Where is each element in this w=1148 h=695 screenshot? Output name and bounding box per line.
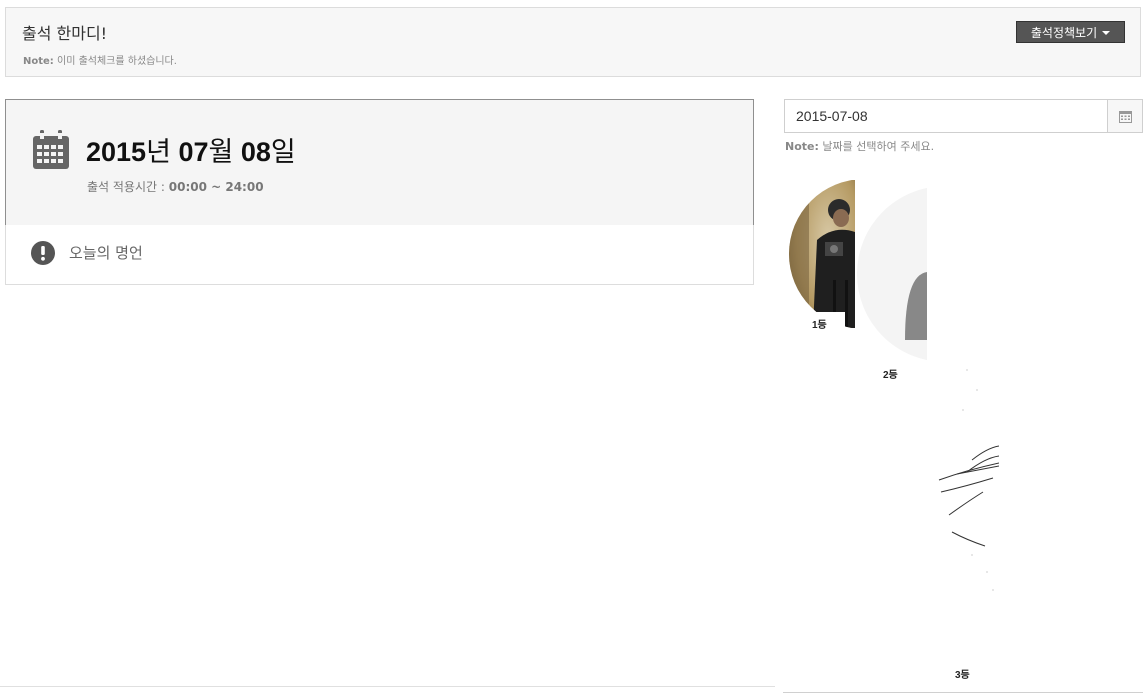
date-day-unit: 일 (270, 137, 296, 167)
page-title: 출석 한마디! (22, 24, 108, 43)
rank-2-avatar (855, 180, 927, 368)
rank-3-label: 3등 (955, 670, 970, 681)
attendance-policy-button[interactable]: 출석정책보기 (1016, 21, 1125, 43)
date-year-unit: 년 (146, 137, 171, 167)
exclamation-icon (31, 241, 55, 265)
quote-panel: 오늘의 명언 (5, 225, 754, 285)
note-label: Note: (23, 56, 54, 67)
note-text: 이미 출석체크를 하셨습니다. (57, 56, 177, 67)
divider (783, 692, 1143, 693)
caret-down-icon (1102, 30, 1111, 35)
quote-title: 오늘의 명언 (69, 244, 143, 262)
date-month-unit: 월 (208, 137, 234, 167)
date-note-text: 날짜를 선택하여 주세요. (822, 140, 935, 153)
date-picker-button[interactable] (1107, 100, 1142, 132)
attendance-time-label: 출석 적용시간 : (87, 180, 165, 194)
rank-2-photo (857, 186, 927, 362)
attendance-time-info: 출석 적용시간 : 00:00 ~ 24:00 (87, 178, 264, 195)
date-year: 2015 (86, 137, 147, 167)
rank-1-photo (789, 180, 855, 328)
attendance-header-panel: 출석 한마디! Note: 이미 출석체크를 하셨습니다. 출석정책보기 (5, 7, 1141, 77)
header-note: Note: 이미 출석체크를 하셨습니다. (23, 52, 177, 67)
date-note-label: Note: (785, 140, 819, 153)
calendar-small-icon (1118, 110, 1132, 123)
rank-3-photo (927, 180, 999, 660)
date-input[interactable] (785, 100, 1108, 132)
divider (0, 686, 775, 687)
current-date-display: 2015년 07월 08일 (86, 130, 296, 169)
date-day: 08 (240, 137, 271, 167)
rank-2-label: 2등 (883, 370, 898, 381)
date-picker-note: Note: 날짜를 선택하여 주세요. (785, 138, 934, 154)
calendar-icon (33, 130, 69, 169)
date-panel: 2015년 07월 08일 출석 적용시간 : 00:00 ~ 24:00 (5, 99, 754, 226)
rank-3-avatar (927, 180, 999, 660)
policy-button-label: 출석정책보기 (1030, 25, 1098, 40)
attendance-time-range: 00:00 ~ 24:00 (168, 180, 264, 194)
rank-1-avatar (789, 180, 855, 328)
rank-1-label: 1등 (812, 320, 827, 331)
date-picker (784, 99, 1143, 133)
date-month: 07 (178, 137, 209, 167)
